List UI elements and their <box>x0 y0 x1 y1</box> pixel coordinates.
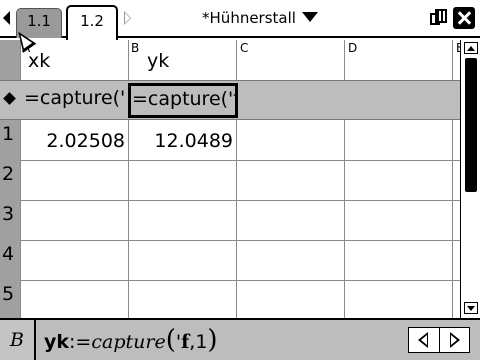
tab-bar: 1.1 1.2 *Hühnerstall <box>0 0 480 40</box>
document-title-text: *Hühnerstall <box>202 9 296 27</box>
chevron-left-icon[interactable] <box>418 332 428 348</box>
triangle-down-icon[interactable] <box>301 12 318 22</box>
entry-close-paren: ) <box>207 325 218 355</box>
entry-formula[interactable]: yk:=capture('f,1) <box>44 320 218 360</box>
diamond-icon <box>3 92 16 105</box>
column-letter-d[interactable]: D <box>348 41 357 55</box>
document-title[interactable]: *Hühnerstall <box>180 7 340 29</box>
column-letter-c[interactable]: C <box>240 41 248 55</box>
column-formula-row: =capture(' =capture('f <box>0 80 460 120</box>
close-icon[interactable] <box>453 7 475 29</box>
grid-line <box>20 280 460 281</box>
row-number-4[interactable]: 4 <box>0 242 20 266</box>
vertical-scrollbar[interactable] <box>460 40 480 318</box>
entry-nav-buttons <box>408 327 470 353</box>
grid-line <box>20 200 460 201</box>
grid-line <box>20 240 460 241</box>
tab-page-1-2[interactable]: 1.2 <box>66 5 118 40</box>
entry-function: capture <box>91 331 166 353</box>
formula-cell-d[interactable] <box>345 83 451 118</box>
chevron-right-icon-fill <box>125 13 130 23</box>
row-number-5[interactable]: 5 <box>0 282 20 306</box>
entry-cell-reference: B <box>0 320 36 360</box>
chevron-left-icon[interactable] <box>3 11 10 25</box>
entry-assign: := <box>69 331 92 353</box>
spreadsheet[interactable]: A B C D E xk yk =capture(' =capture('f 1… <box>0 40 460 318</box>
cell-b1[interactable]: 12.0489 <box>129 129 233 153</box>
chevron-right-icon[interactable] <box>450 332 460 348</box>
entry-arg-rest: ,1 <box>189 331 208 353</box>
scroll-down-icon[interactable] <box>464 302 478 314</box>
formula-cell-c[interactable] <box>237 83 343 118</box>
entry-open-paren: ( <box>165 325 176 355</box>
entry-var: yk <box>44 331 70 353</box>
grid-line <box>20 160 460 161</box>
scrollbar-thumb[interactable] <box>465 58 477 192</box>
row-number-3[interactable]: 3 <box>0 202 20 226</box>
column-name-a[interactable]: xk <box>28 49 50 73</box>
cell-a1[interactable]: 2.02508 <box>21 129 125 153</box>
column-name-b[interactable]: yk <box>147 49 169 73</box>
entry-line: B yk:=capture('f,1) <box>0 318 480 360</box>
scroll-up-icon[interactable] <box>464 42 478 54</box>
row-number-2[interactable]: 2 <box>0 162 20 186</box>
column-letter-b[interactable]: B <box>131 41 139 55</box>
row-number-1[interactable]: 1 <box>0 122 20 146</box>
divider <box>439 328 440 352</box>
battery-icon <box>427 9 449 27</box>
formula-cell-b[interactable]: =capture('f <box>128 83 238 118</box>
formula-cell-a[interactable]: =capture(' <box>21 83 127 118</box>
